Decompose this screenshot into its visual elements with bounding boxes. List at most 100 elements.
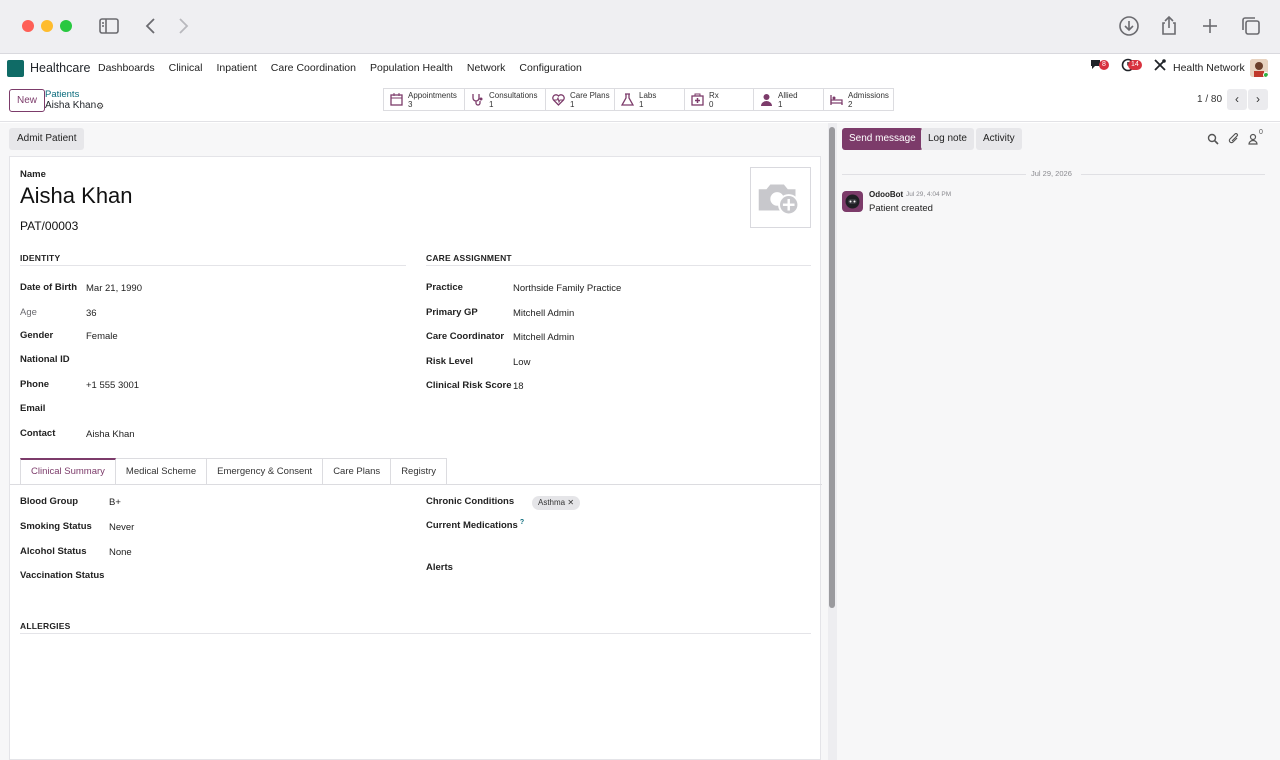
identity-divider [20, 265, 406, 266]
bed-icon [830, 93, 843, 106]
sidebar-icon[interactable] [97, 14, 121, 38]
new-tab-icon[interactable] [1198, 14, 1222, 38]
identity-section-title: IDENTITY [20, 253, 61, 263]
forward-icon[interactable] [171, 14, 195, 38]
tab-care-plans[interactable]: Care Plans [323, 458, 392, 485]
app-logo[interactable] [7, 60, 24, 77]
message-author[interactable]: OdooBot [869, 190, 903, 199]
control-panel: New Patients Aisha Khan ⚙ Appointments 3… [0, 82, 1280, 122]
close-window-button[interactable] [22, 20, 34, 32]
tab-registry[interactable]: Registry [391, 458, 448, 485]
tools-icon[interactable] [1153, 58, 1167, 72]
chatter-panel: Send message Log note Activity 0 Jul 29,… [837, 123, 1280, 760]
patient-name-field[interactable]: Aisha Khan [20, 183, 133, 209]
name-label: Name [20, 169, 46, 180]
smart-button-label: Labs [639, 91, 657, 100]
date-separator-line [1081, 174, 1265, 175]
smart-button-count: 0 [709, 100, 714, 109]
main-menu: Dashboards Clinical Inpatient Care Coord… [98, 62, 596, 74]
menu-configuration[interactable]: Configuration [519, 62, 581, 74]
download-icon[interactable] [1117, 14, 1141, 38]
tabs-overview-icon[interactable] [1239, 14, 1263, 38]
smart-button-count: 1 [489, 100, 494, 109]
pager-previous-button[interactable]: ‹ [1227, 89, 1247, 110]
smart-button-count: 3 [408, 100, 413, 109]
smart-button-count: 1 [570, 100, 575, 109]
pager-value[interactable]: 1 / 80 [1197, 94, 1222, 105]
new-button[interactable]: New [9, 89, 46, 112]
allergies-section-title: ALLERGIES [20, 621, 71, 631]
share-icon[interactable] [1157, 14, 1181, 38]
medkit-icon [691, 93, 704, 106]
odoobot-avatar[interactable] [842, 191, 863, 212]
camera-add-icon [758, 184, 800, 216]
menu-clinical[interactable]: Clinical [169, 62, 203, 74]
tab-emergency-consent[interactable]: Emergency & Consent [207, 458, 324, 485]
smart-button-count: 1 [778, 100, 783, 109]
smart-button-label: Admissions [848, 91, 889, 100]
tab-medical-scheme[interactable]: Medical Scheme [115, 458, 208, 485]
menu-inpatient[interactable]: Inpatient [216, 62, 256, 74]
allergies-divider [20, 633, 811, 634]
message-body: Patient created [869, 203, 933, 214]
log-note-button[interactable]: Log note [921, 128, 974, 150]
activity-badge: 14 [1128, 60, 1142, 70]
form-scrollbar[interactable] [829, 127, 835, 608]
breadcrumb-current: Aisha Khan [45, 100, 97, 111]
notebook-tabs: Clinical Summary Medical Scheme Emergenc… [20, 458, 448, 485]
followers-count: 0 [1259, 129, 1263, 136]
smart-button-consultations[interactable]: Consultations 1 [465, 89, 546, 110]
activity-button[interactable]: Activity [976, 128, 1022, 150]
menu-care-coordination[interactable]: Care Coordination [271, 62, 356, 74]
pager-next-button[interactable]: › [1248, 89, 1268, 110]
date-separator-line [842, 174, 1026, 175]
smart-button-admissions[interactable]: Admissions 2 [824, 89, 893, 110]
smart-button-label: Care Plans [570, 91, 610, 100]
smart-button-labs[interactable]: Labs 1 [615, 89, 685, 110]
attachment-icon[interactable] [1228, 132, 1240, 144]
online-status-dot [1263, 72, 1268, 77]
send-message-button[interactable]: Send message [842, 128, 923, 150]
maximize-window-button[interactable] [60, 20, 72, 32]
medications-label: Current Medications [426, 520, 518, 532]
stethoscope-icon [471, 93, 484, 106]
minimize-window-button[interactable] [41, 20, 53, 32]
smart-button-rx[interactable]: Rx 0 [685, 89, 754, 110]
menu-dashboards[interactable]: Dashboards [98, 62, 155, 74]
chronic-condition-tag[interactable]: Asthma ✕ [532, 496, 581, 510]
patient-photo-upload[interactable] [750, 167, 811, 228]
browser-toolbar [0, 0, 1280, 54]
gear-icon[interactable]: ⚙ [96, 101, 104, 112]
smart-button-allied[interactable]: Allied 1 [754, 89, 824, 110]
admit-patient-button[interactable]: Admit Patient [9, 128, 85, 150]
smart-button-care-plans[interactable]: Care Plans 1 [546, 89, 615, 110]
back-icon[interactable] [139, 14, 163, 38]
smart-button-label: Consultations [489, 91, 538, 100]
user-doctor-icon [760, 93, 773, 106]
search-icon[interactable] [1207, 132, 1219, 145]
smart-button-count: 1 [639, 100, 644, 109]
smart-button-count: 2 [848, 100, 853, 109]
user-avatar[interactable] [1250, 59, 1268, 77]
patient-reference: PAT/00003 [20, 219, 79, 233]
smart-button-label: Allied [778, 91, 798, 100]
menu-network[interactable]: Network [467, 62, 506, 74]
smart-button-label: Rx [709, 91, 719, 100]
tab-clinical-summary[interactable]: Clinical Summary [20, 458, 116, 485]
flask-icon [620, 93, 635, 106]
menu-population-health[interactable]: Population Health [370, 62, 453, 74]
help-tooltip-icon[interactable]: ? [520, 519, 524, 526]
smart-button-label: Appointments [408, 91, 457, 100]
date-separator-label: Jul 29, 2026 [1031, 169, 1072, 178]
heart-pulse-icon [552, 93, 565, 106]
app-navbar: Healthcare Dashboards Clinical Inpatient… [0, 54, 1280, 82]
tabs-divider [10, 484, 822, 485]
breadcrumb-patients[interactable]: Patients [45, 89, 79, 100]
app-name[interactable]: Healthcare [30, 61, 90, 75]
form-sheet: Name Aisha Khan PAT/00003 IDENTITY CARE … [9, 156, 822, 760]
smart-buttons: Appointments 3 Consultations 1 Care Plan… [383, 88, 894, 111]
date-separator: Jul 29, 2026 [837, 169, 1270, 179]
smart-button-appointments[interactable]: Appointments 3 [384, 89, 465, 110]
message-timestamp: Jul 29, 4:04 PM [906, 191, 952, 198]
company-switcher[interactable]: Health Network [1173, 62, 1245, 74]
